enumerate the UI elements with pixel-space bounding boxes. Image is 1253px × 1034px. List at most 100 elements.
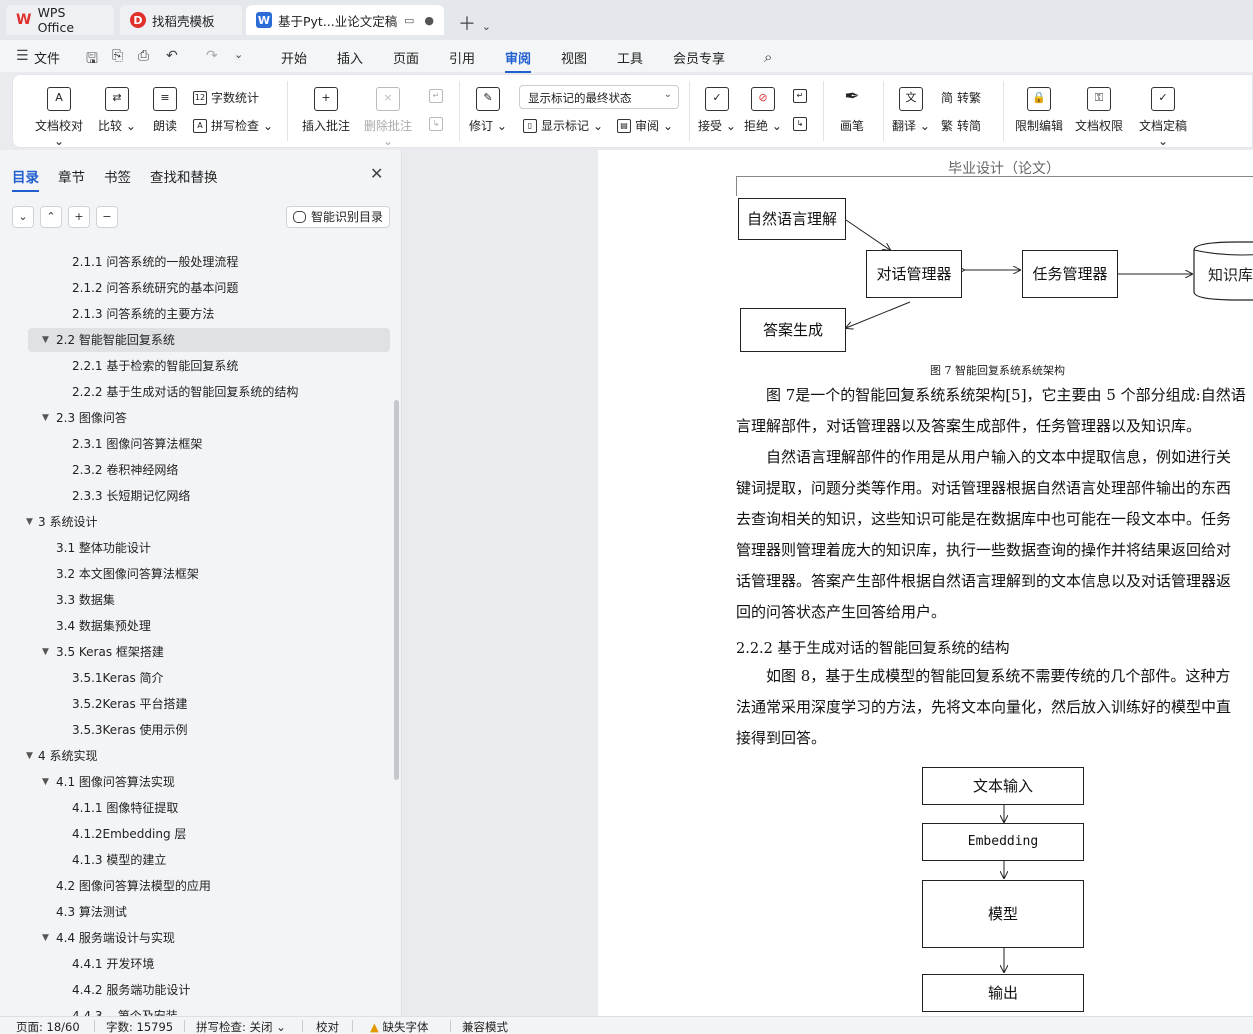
doc-check-button[interactable]: A 文档校对 ⌄ xyxy=(29,87,89,148)
next-comment-button[interactable]: ↳ xyxy=(429,117,443,131)
doc-permission-button[interactable]: ⚿ 文档权限 xyxy=(1073,87,1125,134)
status-page[interactable]: 页面: 18/60 xyxy=(16,1019,80,1034)
nav-tab-sections[interactable]: 章节 xyxy=(58,166,85,186)
toc-item[interactable]: 3.1 整体功能设计 xyxy=(28,536,390,560)
toc-item[interactable]: 3.5.3Keras 使用示例 xyxy=(28,718,390,742)
collapse-up-button[interactable]: ⌃ xyxy=(40,206,62,228)
nav-scrollbar[interactable] xyxy=(394,400,399,780)
tab-document[interactable]: W 基于Pyt...业论文定稿 ▭ ● xyxy=(246,5,444,35)
to-simplified-button[interactable]: 繁 转简 xyxy=(941,117,981,134)
spell-check-button[interactable]: A 拼写检查 ⌄ xyxy=(193,117,273,134)
toc-item[interactable]: 2.1.3 问答系统的主要方法 xyxy=(28,302,390,326)
document-page[interactable]: 毕业设计（论文） 自然语言理解 对话管理器 任务管理器 知识库 答案生成 图 7… xyxy=(598,150,1253,1016)
save-icon[interactable]: 🖫 xyxy=(86,48,98,72)
caret-down-icon[interactable]: ▼ xyxy=(42,926,49,950)
display-state-select[interactable]: 显示标记的最终状态 ⌄ xyxy=(519,85,679,109)
accept-button[interactable]: ✓ 接受 ⌄ xyxy=(697,87,737,134)
pen-button[interactable]: ✒ 画笔 xyxy=(835,87,869,134)
menu-review[interactable]: 审阅 xyxy=(505,48,531,67)
toc-item[interactable]: ▼3 系统设计 xyxy=(28,510,390,534)
show-markup-button[interactable]: ▯ 显示标记 ⌄ xyxy=(523,117,603,134)
toc-item[interactable]: 2.2.2 基于生成对话的智能回复系统的结构 xyxy=(28,380,390,404)
menu-view[interactable]: 视图 xyxy=(561,48,587,67)
menu-insert[interactable]: 插入 xyxy=(337,48,363,67)
expand-down-button[interactable]: ⌄ xyxy=(12,206,34,228)
print-preview-icon[interactable]: ⎙ xyxy=(138,48,149,64)
hamburger-icon[interactable]: ☰ xyxy=(16,48,29,64)
toc-item[interactable]: 4.4.2 服务端功能设计 xyxy=(28,978,390,1002)
toc-item[interactable]: 4.2 图像问答算法模型的应用 xyxy=(28,874,390,898)
toc-item[interactable]: 2.2.1 基于检索的智能回复系统 xyxy=(28,354,390,378)
caret-down-icon[interactable]: ▼ xyxy=(26,744,33,768)
close-icon[interactable]: ✕ xyxy=(370,164,383,183)
unsaved-dot-icon[interactable]: ● xyxy=(424,14,434,27)
toc-item[interactable]: 4.1.2Embedding 层 xyxy=(28,822,390,846)
delete-comment-button[interactable]: × 删除批注 ⌄ xyxy=(359,87,417,148)
toc-item[interactable]: 3.5.1Keras 简介 xyxy=(28,666,390,690)
toc-item[interactable]: ▼3.5 Keras 框架搭建 xyxy=(28,640,390,664)
toc-item[interactable]: 3.3 数据集 xyxy=(28,588,390,612)
toc-item[interactable]: 4.1.1 图像特征提取 xyxy=(28,796,390,820)
toc-item[interactable]: 4.1.3 模型的建立 xyxy=(28,848,390,872)
toc-item[interactable]: 3.5.2Keras 平台搭建 xyxy=(28,692,390,716)
prev-change-button[interactable]: ↵ xyxy=(793,89,807,103)
menu-membership[interactable]: 会员专享 xyxy=(673,48,725,67)
smart-toc-button[interactable]: 智能识别目录 xyxy=(286,206,390,228)
menu-tools[interactable]: 工具 xyxy=(617,48,643,67)
word-count-button[interactable]: 12 字数统计 xyxy=(193,89,259,106)
caret-down-icon[interactable]: ▼ xyxy=(42,328,49,352)
finalize-button[interactable]: ✓ 文档定稿 ⌄ xyxy=(1133,87,1193,148)
toc-item[interactable]: 4.3 算法测试 xyxy=(28,900,390,924)
status-word-count[interactable]: 字数: 15795 xyxy=(106,1019,173,1034)
reject-button[interactable]: ⊘ 拒绝 ⌄ xyxy=(743,87,783,134)
to-traditional-button[interactable]: 简 转繁 xyxy=(941,89,981,106)
prev-comment-button[interactable]: ↵ xyxy=(429,89,443,103)
redo-icon[interactable]: ↷ xyxy=(206,48,218,64)
remove-heading-button[interactable]: − xyxy=(96,206,118,228)
menu-home[interactable]: 开始 xyxy=(281,48,307,67)
toc-item[interactable]: ▼4.1 图像问答算法实现 xyxy=(28,770,390,794)
caret-down-icon[interactable]: ▼ xyxy=(42,406,49,430)
tab-template[interactable]: D 找稻壳模板 xyxy=(120,5,242,35)
toc-item[interactable]: 2.1.2 问答系统研究的基本问题 xyxy=(28,276,390,300)
status-proofread[interactable]: 校对 xyxy=(316,1019,339,1034)
toc-item[interactable]: 2.1.1 问答系统的一般处理流程 xyxy=(28,250,390,274)
toc-item[interactable]: 4.4.3 ...第个及安装 xyxy=(28,1004,390,1016)
toc-item[interactable]: ▼2.3 图像问答 xyxy=(28,406,390,430)
toc-item[interactable]: 4.4.1 开发环境 xyxy=(28,952,390,976)
caret-down-icon[interactable]: ▼ xyxy=(42,770,49,794)
window-icon[interactable]: ▭ xyxy=(404,14,414,27)
menu-file[interactable]: 文件 xyxy=(34,48,60,67)
compare-button[interactable]: ⇄ 比较 ⌄ xyxy=(97,87,137,134)
share-icon[interactable]: ⎘ xyxy=(112,48,123,64)
toc-item[interactable]: 2.3.1 图像问答算法框架 xyxy=(28,432,390,456)
search-icon[interactable]: ⌕ xyxy=(764,48,772,66)
toc-item[interactable]: 3.4 数据集预处理 xyxy=(28,614,390,638)
add-heading-button[interactable]: + xyxy=(68,206,90,228)
toc-item[interactable]: 2.3.2 卷积神经网络 xyxy=(28,458,390,482)
new-tab-button[interactable]: ＋ ⌄ xyxy=(458,10,491,36)
nav-tab-bookmarks[interactable]: 书签 xyxy=(104,166,131,186)
restrict-edit-button[interactable]: 🔒 限制编辑 xyxy=(1013,87,1065,134)
next-change-button[interactable]: ↳ xyxy=(793,117,807,131)
translate-button[interactable]: 文 翻译 ⌄ xyxy=(891,87,931,134)
caret-down-icon[interactable]: ▼ xyxy=(42,640,49,664)
nav-tab-find-replace[interactable]: 查找和替换 xyxy=(150,166,218,186)
insert-comment-button[interactable]: + 插入批注 xyxy=(299,87,353,134)
menu-page[interactable]: 页面 xyxy=(393,48,419,67)
toc-item[interactable]: ▼4.4 服务端设计与实现 xyxy=(28,926,390,950)
status-spell-check[interactable]: 拼写检查: 关闭 ⌄ xyxy=(196,1019,286,1034)
undo-icon[interactable]: ↶ xyxy=(166,48,178,64)
review-pane-button[interactable]: ▤ 审阅 ⌄ xyxy=(617,117,673,134)
nav-tab-toc[interactable]: 目录 xyxy=(12,166,39,186)
toc-item[interactable]: 3.2 本文图像问答算法框架 xyxy=(28,562,390,586)
toc-item[interactable]: ▼4 系统实现 xyxy=(28,744,390,768)
chevron-down-icon[interactable]: ⌄ xyxy=(482,20,491,33)
toc-item[interactable]: ▼2.2 智能智能回复系统 xyxy=(28,328,390,352)
menu-references[interactable]: 引用 xyxy=(449,48,475,67)
status-missing-font[interactable]: ▲ 缺失字体 xyxy=(370,1019,429,1034)
caret-down-icon[interactable]: ▼ xyxy=(26,510,33,534)
read-aloud-button[interactable]: ≡ 朗读 xyxy=(149,87,181,134)
chevron-down-icon[interactable]: ⌄ xyxy=(234,48,243,61)
toc-item[interactable]: 2.3.3 长短期记忆网络 xyxy=(28,484,390,508)
